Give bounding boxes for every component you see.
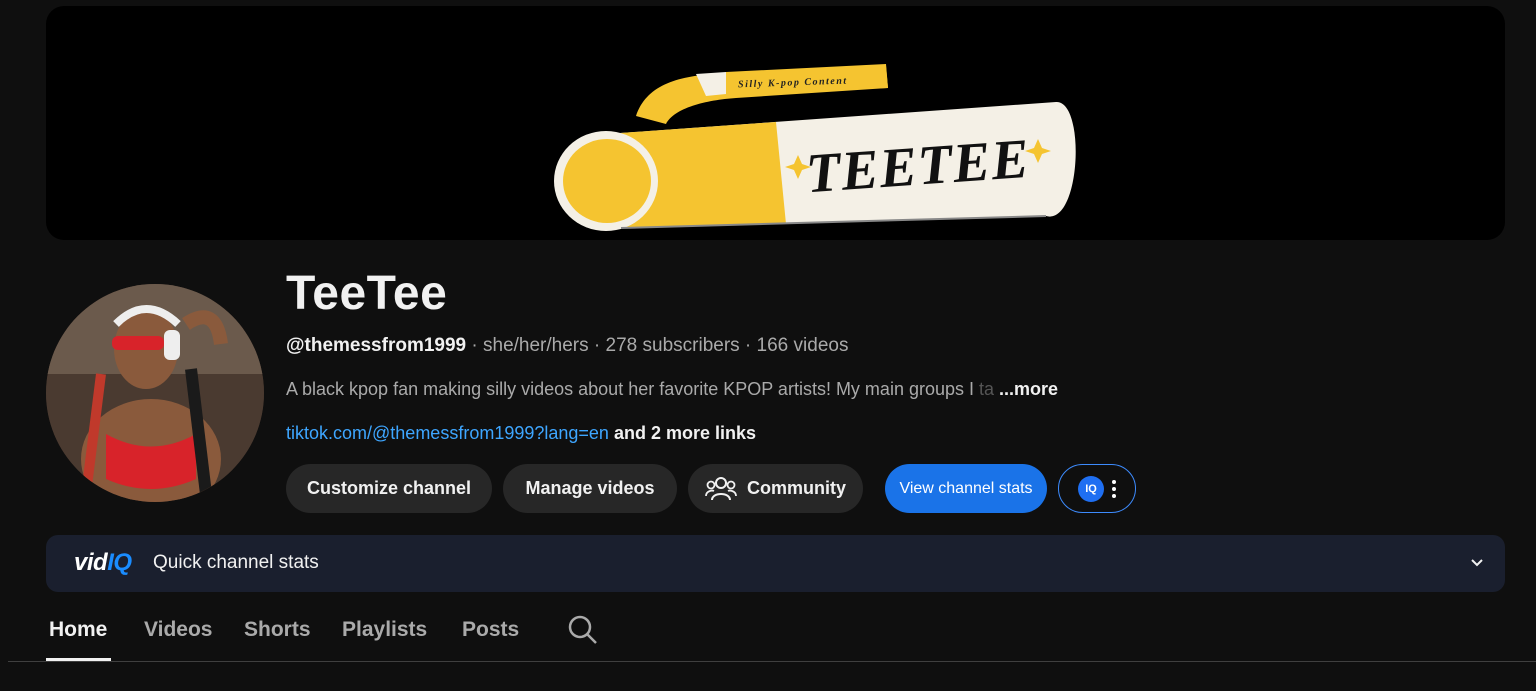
- description-text: A black kpop fan making silly videos abo…: [286, 379, 974, 399]
- avatar-photo: [46, 284, 264, 502]
- chevron-down-icon[interactable]: [1469, 555, 1485, 571]
- customize-channel-button[interactable]: Customize channel: [286, 464, 492, 513]
- more-links-button[interactable]: and 2 more links: [614, 423, 756, 443]
- video-count: 166 videos: [756, 335, 849, 356]
- description-fade: ta: [974, 379, 995, 399]
- tiktok-link[interactable]: tiktok.com/@themessfrom1999?lang=en: [286, 423, 609, 443]
- vidiq-quick-stats-bar[interactable]: vidIQ Quick channel stats: [46, 535, 1505, 592]
- more-vert-icon: [1112, 479, 1116, 498]
- channel-meta: @themessfrom1999 · she/her/hers · 278 su…: [286, 335, 848, 357]
- description-more-link[interactable]: ...more: [999, 379, 1058, 399]
- tab-home[interactable]: Home: [49, 618, 107, 642]
- channel-description[interactable]: A black kpop fan making silly videos abo…: [286, 379, 1058, 400]
- quick-stats-title: Quick channel stats: [153, 552, 319, 573]
- channel-pronouns: she/her/hers: [483, 335, 589, 356]
- tabs-divider: [8, 661, 1536, 662]
- manage-videos-button[interactable]: Manage videos: [503, 464, 677, 513]
- community-label: Community: [747, 478, 846, 498]
- vidiq-badge-icon: IQ: [1078, 475, 1104, 502]
- channel-links: tiktok.com/@themessfrom1999?lang=en and …: [286, 423, 756, 444]
- vidiq-logo: vidIQ: [74, 549, 132, 576]
- channel-handle: @themessfrom1999: [286, 335, 467, 356]
- vidiq-menu-button[interactable]: IQ: [1058, 464, 1136, 513]
- view-channel-stats-button[interactable]: View channel stats: [885, 464, 1047, 513]
- channel-avatar[interactable]: [46, 284, 264, 502]
- banner-artwork: Silly K-pop Content TEETEE: [554, 64, 1076, 231]
- community-button[interactable]: Community: [688, 464, 863, 513]
- channel-tabs: Home Videos Shorts Playlists Posts: [0, 606, 1536, 662]
- people-icon: [705, 476, 737, 500]
- tab-posts[interactable]: Posts: [462, 618, 519, 642]
- search-icon[interactable]: [567, 614, 599, 646]
- channel-page: Silly K-pop Content TEETEE TeeTee @theme…: [0, 0, 1536, 691]
- channel-banner: Silly K-pop Content TEETEE: [46, 6, 1505, 240]
- tab-shorts[interactable]: Shorts: [244, 618, 311, 642]
- meta-separator: ·: [588, 335, 606, 356]
- meta-separator: ·: [739, 335, 757, 356]
- channel-name: TeeTee: [286, 267, 448, 320]
- meta-separator: ·: [466, 335, 484, 356]
- subscriber-count: 278 subscribers: [605, 335, 740, 356]
- tab-playlists[interactable]: Playlists: [342, 618, 427, 642]
- tab-videos[interactable]: Videos: [144, 618, 212, 642]
